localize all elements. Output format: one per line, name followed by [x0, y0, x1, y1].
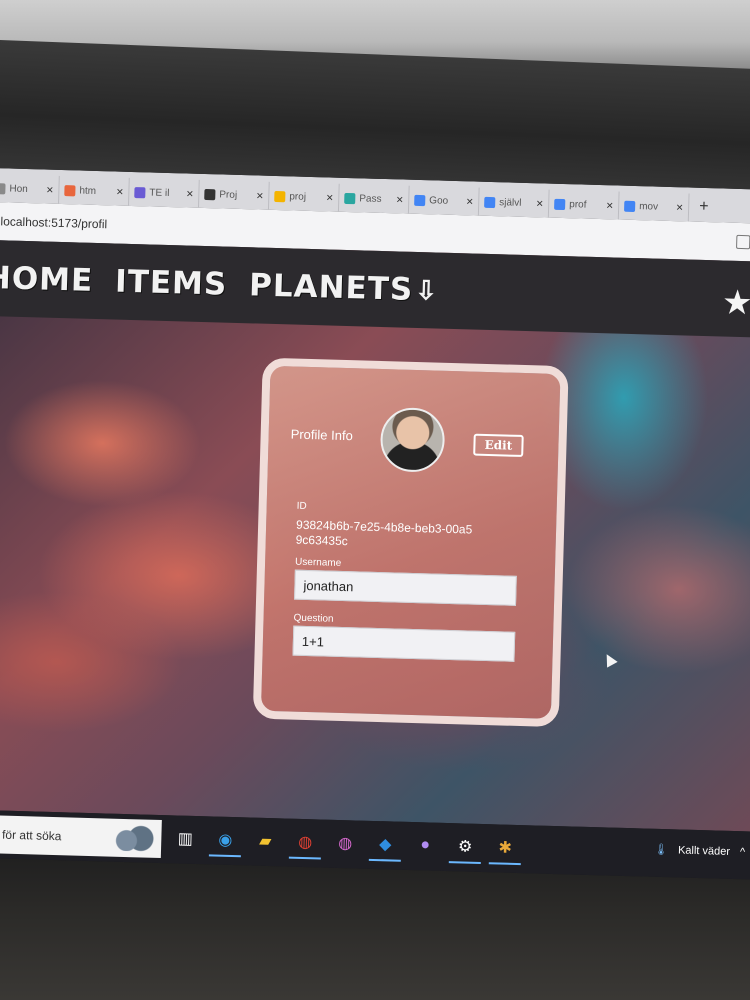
- edge-icon[interactable]: ◉: [208, 824, 242, 858]
- tab-label: Goo: [429, 194, 449, 207]
- browser-tab[interactable]: TE il ×: [128, 177, 200, 208]
- html-icon: [64, 184, 76, 196]
- browser-tab[interactable]: prof ×: [548, 189, 620, 220]
- close-icon[interactable]: ×: [396, 192, 403, 206]
- username-input[interactable]: [294, 569, 517, 606]
- tab-label: TE il: [149, 186, 170, 199]
- tab-label: Proj: [219, 188, 238, 201]
- browser-tab[interactable]: Hon ×: [0, 173, 60, 204]
- username-label: Username: [294, 556, 342, 569]
- close-icon[interactable]: ×: [186, 186, 193, 200]
- settings-icon[interactable]: ⚙: [448, 831, 482, 864]
- tab-label: Hon: [9, 183, 28, 195]
- github-icon[interactable]: ●: [409, 830, 442, 863]
- star-icon[interactable]: ★: [721, 283, 750, 324]
- chrome-icon[interactable]: ◍: [288, 826, 322, 860]
- browser-tab[interactable]: mov ×: [618, 191, 690, 222]
- vscode-icon[interactable]: ◆: [368, 828, 402, 862]
- teams-icon: [134, 186, 146, 198]
- profile-title: Profile Info: [290, 426, 354, 444]
- close-icon[interactable]: ×: [676, 200, 683, 214]
- file-explorer-icon[interactable]: ▰: [249, 826, 282, 859]
- nav-planets[interactable]: PLANETS: [249, 267, 414, 308]
- close-icon[interactable]: ×: [256, 188, 263, 202]
- browser-tab[interactable]: Goo ×: [408, 185, 480, 216]
- avatar: [379, 407, 446, 473]
- url-text[interactable]: localhost:5173/profil: [0, 214, 107, 231]
- arrow-down-icon[interactable]: ⇩: [415, 274, 438, 306]
- profile-card: Profile Info Edit ID 93824b6b-7e25-4b8e-…: [252, 357, 569, 728]
- mouse-cursor-icon: [601, 651, 618, 668]
- close-icon[interactable]: ×: [46, 183, 53, 197]
- browser-tab[interactable]: htm ×: [59, 175, 130, 206]
- close-icon[interactable]: ×: [326, 190, 333, 204]
- close-icon[interactable]: ×: [606, 198, 613, 212]
- thermometer-icon: 🌡: [653, 843, 669, 857]
- page-background: HOME ITEMS PLANETS ⇩ ★ Profile Info Edit…: [0, 239, 750, 832]
- close-icon[interactable]: ×: [466, 194, 473, 208]
- google-icon: [554, 198, 566, 210]
- project-icon: [204, 188, 216, 200]
- close-icon[interactable]: ×: [116, 185, 123, 199]
- chrome-profile-icon[interactable]: ◍: [329, 828, 362, 861]
- nav-home[interactable]: HOME: [0, 260, 94, 299]
- share-icon[interactable]: [736, 234, 750, 250]
- tab-label: prof: [569, 198, 587, 211]
- google-icon: [484, 196, 496, 208]
- tab-label: proj: [289, 190, 307, 203]
- browser-tab[interactable]: Proj ×: [198, 179, 270, 210]
- slack-icon[interactable]: ✱: [488, 832, 522, 866]
- monitor-screen: Hon × htm × TE il × Proj × proj × Pass ×: [0, 168, 750, 880]
- page-icon: [0, 182, 6, 194]
- question-label: Question: [293, 612, 334, 625]
- tab-label: htm: [79, 185, 97, 197]
- browser-tab[interactable]: Pass ×: [338, 183, 410, 214]
- id-label: ID: [296, 500, 307, 512]
- nav-items[interactable]: ITEMS: [115, 264, 228, 303]
- search-text: här för att söka: [0, 827, 62, 844]
- tab-label: mov: [639, 200, 659, 213]
- slides-icon: [274, 190, 286, 202]
- google-icon: [624, 200, 636, 212]
- close-icon[interactable]: ×: [536, 196, 543, 210]
- id-value: 93824b6b-7e25-4b8e-beb3-00a59c63435c: [295, 517, 473, 549]
- tab-label: Pass: [359, 192, 382, 205]
- browser-tab[interactable]: självl ×: [478, 187, 550, 218]
- docs-icon: [414, 194, 426, 206]
- taskbar-search-box[interactable]: här för att söka: [0, 814, 162, 859]
- tab-label: självl: [499, 196, 522, 209]
- search-highlight-image: [106, 824, 156, 852]
- weather-text[interactable]: Kallt väder: [678, 844, 730, 857]
- new-tab-button[interactable]: +: [689, 198, 719, 223]
- edit-button[interactable]: Edit: [473, 433, 524, 457]
- task-view-icon[interactable]: ▥: [169, 823, 202, 856]
- browser-tab[interactable]: proj ×: [268, 181, 340, 212]
- pass-icon: [344, 192, 356, 204]
- taskbar-tray: 🌡 Kallt väder ^: [654, 843, 745, 859]
- question-input[interactable]: [292, 625, 516, 662]
- chevron-up-icon[interactable]: ^: [740, 846, 746, 858]
